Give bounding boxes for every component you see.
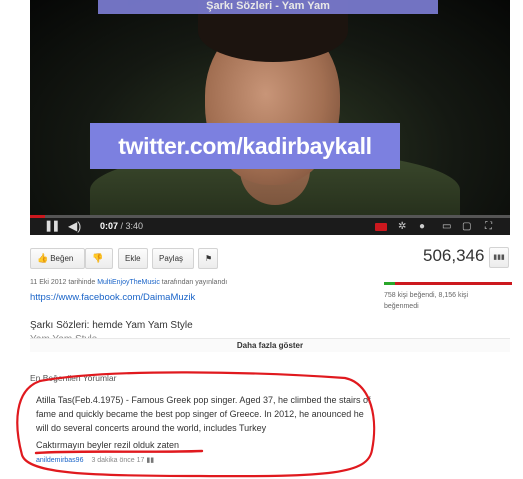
bar-chart-icon: ▮▮▮ (493, 254, 505, 261)
comment-author-link[interactable]: anildemirbas96 (36, 457, 83, 464)
uploader-link[interactable]: MultiEnjoyTheMusic (97, 279, 160, 286)
pause-button[interactable]: ❚❚ (44, 218, 61, 235)
top-comment-reply: Caktırmayın beyler rezil olduk zaten (36, 440, 180, 450)
player-controls: ❚❚ ◀) 0:07 / 3:40 ✲ ● ▭ ▢ ⛶ (30, 215, 510, 235)
likes-ratio-fill (384, 282, 395, 285)
duration: 3:40 (125, 221, 144, 231)
comment-votes: 17 (136, 457, 145, 464)
fullscreen-icon[interactable]: ⛶ (485, 218, 492, 235)
twitter-overlay-banner: twitter.com/kadirbaykall (90, 123, 400, 169)
thumbs-up-icon: 👍 (37, 253, 49, 263)
like-button[interactable]: 👍 Beğen (30, 248, 85, 269)
large-player-icon[interactable]: ▢ (462, 218, 471, 235)
comment-meta: anildemirbas96 3 dakika önce 17 ▮▮ (36, 456, 154, 464)
show-more-button[interactable]: Daha fazla göster (30, 338, 510, 352)
top-comment-text: Atilla Tas(Feb.4.1975) - Famous Greek po… (36, 395, 371, 433)
watch-later-clock-icon[interactable]: ● (419, 218, 425, 235)
facebook-link[interactable]: https://www.facebook.com/DaimaMuzik (30, 292, 195, 303)
annotation-underline (34, 449, 204, 455)
likes-count-text: 758 kişi beğendi, 8,156 kişi beğenmedi (384, 292, 469, 310)
stats-button[interactable]: ▮▮▮ (489, 247, 509, 268)
view-count: 506,346 (423, 246, 485, 265)
comment-time: 3 dakika önce (91, 457, 135, 464)
like-label: Beğen (50, 254, 74, 263)
annotations-icon[interactable] (375, 223, 387, 231)
upload-date: 11 Eki 2012 tarihinde (30, 279, 96, 286)
small-player-icon[interactable]: ▭ (442, 218, 451, 235)
flag-button[interactable]: ⚑ (198, 248, 218, 269)
likes-ratio-bar (384, 282, 512, 285)
add-to-button[interactable]: Ekle (118, 248, 148, 269)
time-display: 0:07 / 3:40 (100, 221, 144, 231)
upload-suffix: tarafından yayınlandı (161, 279, 228, 286)
comment-thumbs-icon[interactable]: ▮▮ (146, 457, 154, 464)
comments-heading: En Beğenilen Yorumlar (30, 373, 117, 383)
thumbs-down-icon: 👎 (92, 253, 104, 263)
upload-info: 11 Eki 2012 tarihinde MultiEnjoyTheMusic… (30, 279, 227, 286)
dislike-button[interactable]: 👎 (85, 248, 113, 269)
volume-icon[interactable]: ◀) (68, 218, 81, 235)
settings-gear-icon[interactable]: ✲ (398, 218, 406, 235)
current-time: 0:07 (100, 221, 119, 231)
video-player[interactable]: Şarkı Sözleri - Yam Yam twitter.com/kadi… (30, 0, 510, 235)
video-frame[interactable]: Şarkı Sözleri - Yam Yam twitter.com/kadi… (30, 0, 510, 230)
lyrics-title: Şarkı Sözleri: hemde Yam Yam Style (30, 320, 193, 331)
share-button[interactable]: Paylaş (152, 248, 194, 269)
flag-icon: ⚑ (205, 254, 213, 263)
video-top-banner: Şarkı Sözleri - Yam Yam (98, 0, 438, 14)
